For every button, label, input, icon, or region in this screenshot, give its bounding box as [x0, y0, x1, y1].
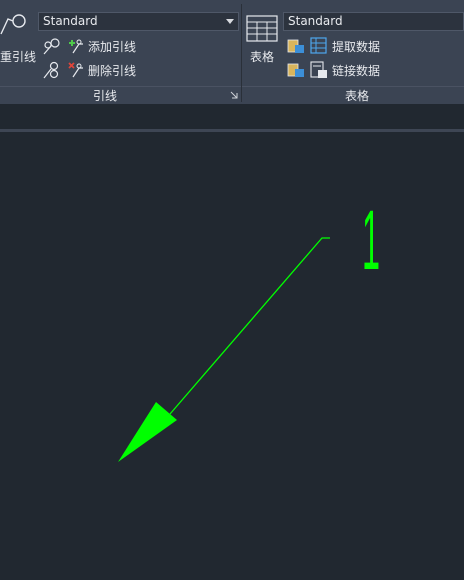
table-panel-title: 表格 — [345, 89, 370, 103]
table-button[interactable]: 表格 — [250, 48, 274, 65]
extract-data-button[interactable]: 提取数据 — [332, 38, 380, 55]
table-style-dropdown[interactable]: Standard — [283, 12, 464, 31]
remove-leader-button[interactable]: 删除引线 — [88, 62, 136, 79]
leader-panel-title: 引线 — [93, 89, 118, 103]
extract-data-icon[interactable] — [310, 37, 328, 55]
data-extraction-icon[interactable] — [286, 37, 306, 55]
multileader-style-value: Standard — [43, 14, 98, 28]
ribbon-gap — [0, 104, 464, 129]
dialog-launcher-icon[interactable] — [230, 91, 238, 99]
table-icon[interactable] — [246, 15, 278, 43]
chevron-down-icon[interactable] — [226, 19, 234, 24]
ribbon: 重引线 Standard 添加引线 删除引线 引线 表格 Standard 提取… — [0, 0, 464, 104]
align-leaders-icon[interactable] — [42, 37, 62, 55]
multileader-icon[interactable] — [0, 10, 30, 38]
table-style-value: Standard — [288, 14, 343, 28]
leader-line[interactable] — [169, 237, 330, 415]
link-data-button[interactable]: 链接数据 — [332, 62, 380, 79]
multileader-button[interactable]: 重引线 — [0, 48, 36, 65]
leader-panel-title-bar — [0, 86, 241, 104]
data-link-icon[interactable] — [286, 61, 306, 79]
add-leader-icon[interactable] — [67, 37, 85, 55]
drawing-canvas[interactable]: 1 — [0, 132, 464, 580]
link-data-icon[interactable] — [310, 61, 328, 79]
add-leader-button[interactable]: 添加引线 — [88, 38, 136, 55]
multileader-style-dropdown[interactable]: Standard — [38, 12, 239, 31]
multileader-entity[interactable]: 1 — [118, 193, 380, 462]
mtext-content[interactable]: 1 — [362, 193, 380, 287]
collect-leaders-icon[interactable] — [42, 61, 62, 79]
remove-leader-icon[interactable] — [67, 61, 85, 79]
arrowhead[interactable] — [118, 402, 177, 462]
